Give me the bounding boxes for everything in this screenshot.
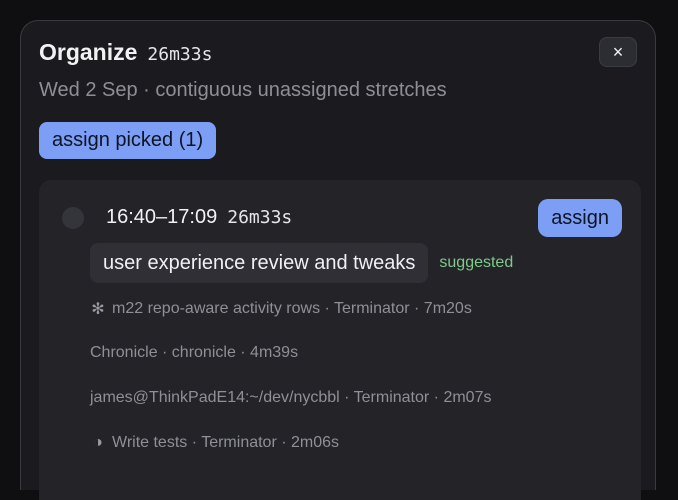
stretch-duration: 26m33s bbox=[227, 207, 293, 228]
half-circle-icon: ◑ bbox=[93, 434, 103, 451]
suggestion-chip[interactable]: user experience review and tweaks bbox=[90, 243, 429, 283]
activity-row: Chronicle · chronicle · 4m39s bbox=[90, 344, 298, 362]
assign-button[interactable]: assign bbox=[538, 199, 622, 237]
suggested-tag: suggested bbox=[439, 254, 514, 271]
activity-row: ◑ Write tests · Terminator · 2m06s bbox=[90, 434, 339, 452]
activity-row: james@ThinkPadE14:~/dev/nycbbl · Termina… bbox=[90, 389, 491, 407]
close-button[interactable]: × bbox=[599, 37, 637, 67]
activity-text: m22 repo-aware activity rows · Terminato… bbox=[112, 300, 472, 317]
close-icon: × bbox=[612, 41, 624, 62]
activity-text: Write tests · Terminator · 2m06s bbox=[112, 434, 340, 451]
stretch-card: 16:40–17:09 26m33s assign user experienc… bbox=[39, 180, 641, 500]
activity-text: james@ThinkPadE14:~/dev/nycbbl · Termina… bbox=[90, 389, 492, 406]
pick-checkbox[interactable] bbox=[62, 207, 84, 229]
page-title: Organize bbox=[39, 39, 138, 65]
assign-picked-button[interactable]: assign picked (1) bbox=[39, 122, 217, 159]
organize-panel: Organize 26m33s × Wed 2 Sep · contiguous… bbox=[20, 20, 656, 500]
asterisk-icon: ✻ bbox=[91, 301, 105, 318]
page-subtitle: Wed 2 Sep · contiguous unassigned stretc… bbox=[39, 79, 447, 101]
stretch-time-row: 16:40–17:09 26m33s bbox=[106, 206, 292, 229]
stretch-time-range: 16:40–17:09 bbox=[106, 206, 218, 228]
panel-header: Organize 26m33s bbox=[39, 39, 212, 66]
total-duration: 26m33s bbox=[147, 44, 213, 65]
suggestion-row: user experience review and tweaks sugges… bbox=[90, 243, 513, 283]
activity-text: Chronicle · chronicle · 4m39s bbox=[90, 344, 299, 361]
activity-row: ✻ m22 repo-aware activity rows · Termina… bbox=[90, 299, 472, 319]
